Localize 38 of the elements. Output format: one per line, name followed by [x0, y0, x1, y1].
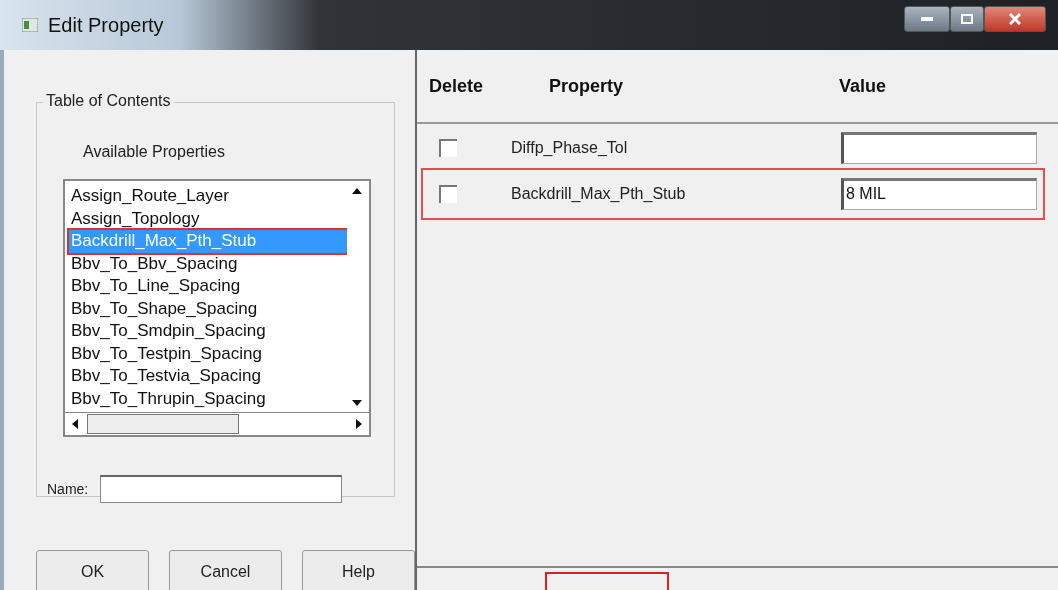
column-header: Property [549, 75, 624, 97]
property-name: Diffp_Phase_Tol [511, 139, 629, 157]
list-item[interactable]: Bbv_To_Smdpin_Spacing [69, 320, 347, 343]
minimize-icon [921, 17, 933, 21]
dialog-button[interactable]: Help [302, 550, 415, 590]
name-field[interactable] [100, 475, 343, 503]
app-icon [22, 18, 38, 32]
list-item[interactable]: Bbv_To_Thrupin_Spacing [69, 387, 347, 410]
maximize-icon [961, 14, 973, 24]
value-field[interactable] [841, 132, 1037, 164]
close-icon [1009, 13, 1021, 25]
right-arrow-icon [356, 419, 362, 429]
dialog-button[interactable]: OK [36, 550, 149, 590]
property-name: Backdrill_Max_Pth_Stub [511, 185, 687, 203]
column-header: Delete [429, 75, 484, 97]
window-title: Edit Property [48, 13, 164, 37]
column-header: Value [839, 75, 887, 97]
value-field[interactable]: 8 MIL [841, 178, 1037, 210]
down-arrow-icon [352, 400, 362, 406]
maximize-button[interactable] [950, 6, 984, 32]
list-item[interactable]: Bbv_To_Testpin_Spacing [69, 342, 347, 365]
list-item[interactable]: Bbv_To_Bbv_Spacing [69, 252, 347, 275]
scroll-thumb[interactable] [87, 414, 239, 434]
up-arrow-icon [352, 188, 362, 194]
list-item[interactable]: Assign_Route_Layer [69, 185, 347, 208]
list-item[interactable]: Assign_Topology [69, 207, 347, 230]
list-item[interactable]: Bbv_To_Shape_Spacing [69, 297, 347, 320]
list-item[interactable]: Bbv_To_Line_Spacing [69, 275, 347, 298]
list-item[interactable]: Bbv_To_Testvia_Spacing [69, 365, 347, 388]
close-button[interactable] [984, 6, 1046, 32]
delete-checkbox[interactable] [439, 139, 457, 157]
list-label: Available Properties [83, 143, 225, 161]
dialog-button[interactable]: Cancel [169, 550, 282, 590]
delete-checkbox[interactable] [439, 185, 457, 203]
properties-list[interactable] [63, 179, 371, 437]
left-arrow-icon [72, 419, 78, 429]
minimize-button[interactable] [904, 6, 950, 32]
name-label: Name: [47, 481, 89, 497]
